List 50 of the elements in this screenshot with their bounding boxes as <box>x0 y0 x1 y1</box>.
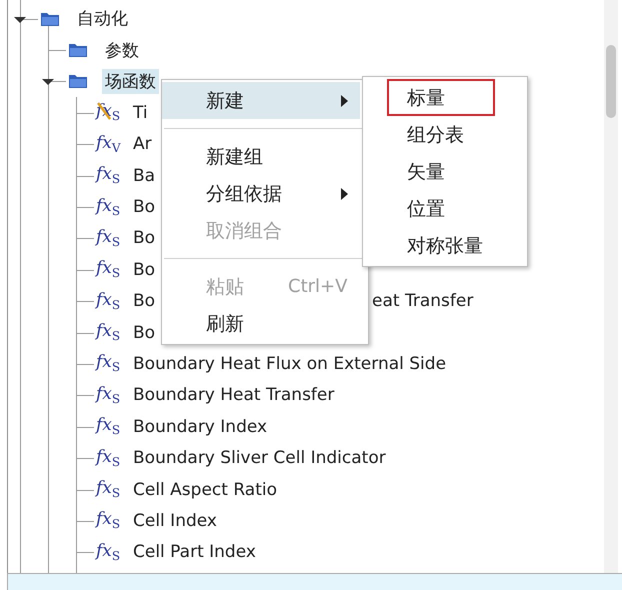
tree-item[interactable]: Boundary Sliver Cell Indicator <box>130 447 389 470</box>
expand-toggle-icon[interactable] <box>42 79 54 86</box>
function-icon: fx$_{S}$ <box>96 323 124 342</box>
menu-item[interactable]: 新建组 <box>162 138 360 175</box>
tree-item[interactable]: Boundary Heat Flux on External Side <box>130 352 450 375</box>
tree-item[interactable]: Bo <box>130 196 158 218</box>
tree-item[interactable]: Boundary Heat Transfer <box>130 384 338 406</box>
menu-item[interactable]: 对称张量 <box>387 227 495 264</box>
function-icon: fx$_{S}$ <box>96 292 124 311</box>
tree-item[interactable]: Cell Index <box>130 510 220 532</box>
menu-item[interactable]: 刷新 <box>162 305 360 342</box>
function-icon: fx$_{S}$ <box>96 480 124 500</box>
function-icon: fx$_{S}$ <box>96 260 124 280</box>
tree-item-text: eat Transfer <box>372 291 474 312</box>
tree-item[interactable]: Cell Aspect Ratio <box>130 478 280 501</box>
function-icon: fx$_{S}$ <box>96 448 124 468</box>
tree-item[interactable]: Ba <box>130 164 158 187</box>
tree-item[interactable]: Bo <box>130 258 158 281</box>
tree-item[interactable]: 自动化 <box>74 6 131 32</box>
function-icon: fx$_{V}$ <box>96 134 124 154</box>
tree-item[interactable]: Cell Part Index <box>130 541 259 564</box>
scrollbar[interactable] <box>604 0 618 573</box>
folder-icon <box>68 73 88 90</box>
folder-icon <box>68 42 88 58</box>
function-icon: fx$_{S}$ <box>96 511 124 530</box>
tree-item[interactable]: Boundary Index <box>130 416 270 438</box>
function-icon: fx$_{S}$ <box>96 354 124 374</box>
tree-item[interactable]: 参数 <box>102 38 142 63</box>
shortcut-text: Ctrl+V <box>288 276 348 297</box>
menu-item[interactable]: 矢量 <box>387 153 495 190</box>
function-icon: fx$_{S}$ <box>96 386 124 405</box>
tree-item[interactable]: Bo <box>130 322 158 344</box>
menu-item[interactable]: 组分表 <box>387 116 495 153</box>
function-icon: fx$_{S}$ <box>96 228 124 248</box>
menu-item[interactable]: 位置 <box>387 190 495 227</box>
menu-item[interactable]: 新建 <box>162 82 360 119</box>
function-icon: fx$_{S}$ <box>96 198 124 217</box>
function-icon: fx$_{S}$ <box>96 542 124 562</box>
tree-item[interactable]: Bo <box>130 227 158 250</box>
function-icon: fx$_{S}$ <box>96 417 124 436</box>
tree-item[interactable]: Ti <box>130 102 151 124</box>
menu-item[interactable]: 标量 <box>387 79 495 116</box>
expand-toggle-icon[interactable] <box>14 16 26 23</box>
tree-item[interactable]: Ar <box>130 133 155 156</box>
scrollbar-thumb[interactable] <box>606 45 616 118</box>
tree-item[interactable]: Bo <box>130 290 158 312</box>
menu-item[interactable]: 分组依据 <box>162 175 360 212</box>
function-icon: fx$_{S}$ <box>96 166 124 186</box>
folder-icon <box>40 10 60 27</box>
tree-item[interactable]: 场函数 <box>102 68 159 94</box>
